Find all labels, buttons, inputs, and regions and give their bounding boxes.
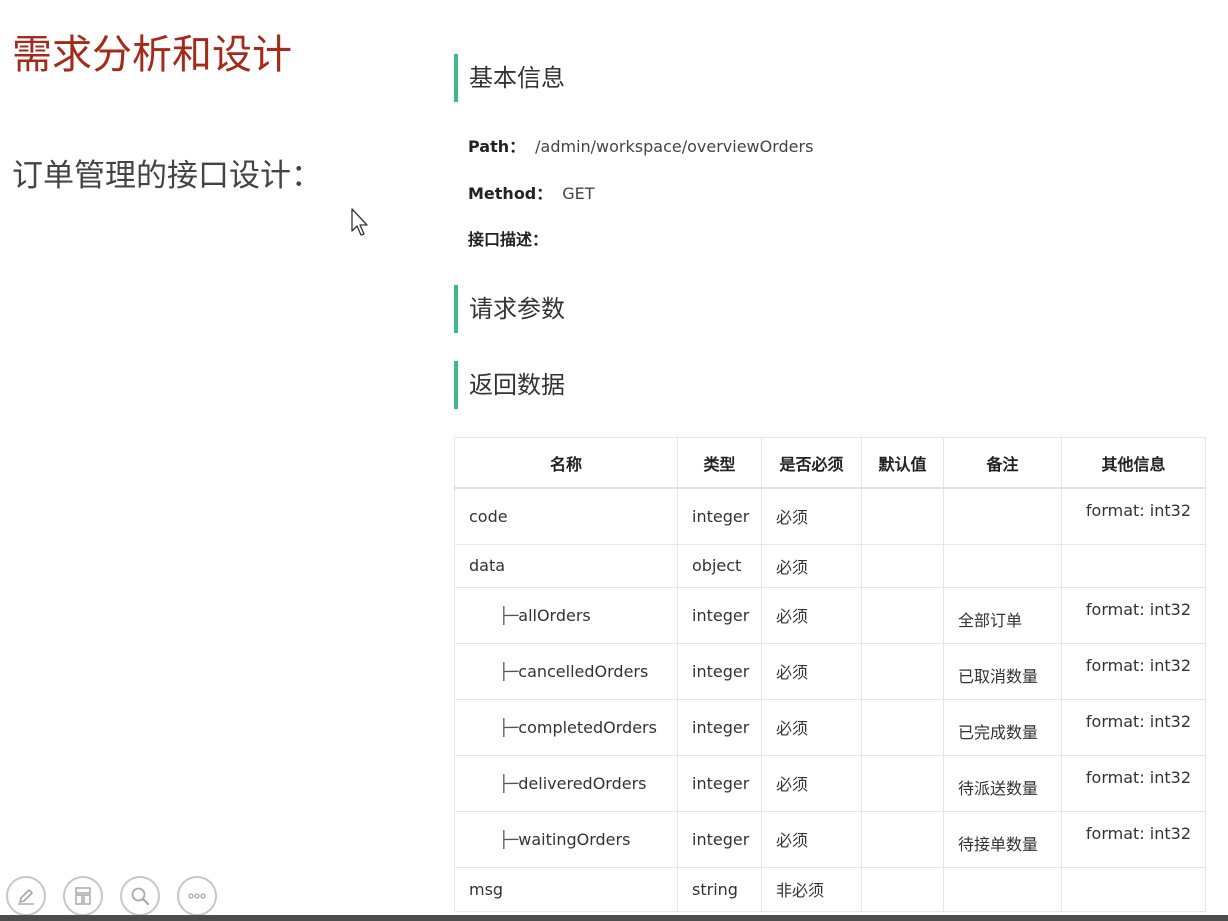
field-name-label: waitingOrders (518, 829, 631, 849)
tree-branch-icon: ├─ (499, 661, 519, 681)
field-other: format: int32 (1061, 487, 1206, 545)
table-row: ├─waitingOrders integer 必须 待接单数量 format:… (454, 810, 1206, 868)
field-default (861, 698, 944, 756)
field-note: 待接单数量 (943, 810, 1062, 868)
description-label: 接口描述： (468, 230, 549, 249)
field-type: string (677, 866, 762, 912)
field-type: integer (677, 698, 762, 756)
field-default (861, 642, 944, 700)
column-header-required: 是否必须 (761, 437, 862, 489)
column-header-name: 名称 (454, 437, 678, 489)
field-other (1061, 866, 1206, 912)
table-row: ├─completedOrders integer 必须 已完成数量 forma… (454, 698, 1206, 756)
field-default (861, 754, 944, 812)
field-type: integer (677, 810, 762, 868)
table-row: ├─allOrders integer 必须 全部订单 format: int3… (454, 586, 1206, 644)
field-required: 必须 (761, 586, 862, 644)
method-label: Method： (468, 184, 553, 203)
column-header-default: 默认值 (861, 437, 944, 489)
column-header-note: 备注 (943, 437, 1062, 489)
method-line: Method： GET (468, 182, 595, 206)
table-row: code integer 必须 format: int32 (454, 487, 1206, 545)
field-other: format: int32 (1061, 754, 1206, 812)
field-other: format: int32 (1061, 586, 1206, 644)
field-default (861, 487, 944, 545)
field-other: format: int32 (1061, 698, 1206, 756)
zoom-icon (131, 887, 150, 906)
slides-icon (75, 887, 91, 905)
tree-branch-icon: ├─ (499, 773, 519, 793)
pen-tool-button[interactable] (6, 876, 46, 916)
field-type: object (677, 543, 762, 588)
field-default (861, 586, 944, 644)
field-note (943, 866, 1062, 912)
bottom-taskbar (0, 915, 1228, 921)
path-value: /admin/workspace/overviewOrders (535, 137, 814, 156)
field-note: 已完成数量 (943, 698, 1062, 756)
field-required: 必须 (761, 754, 862, 812)
field-type: integer (677, 754, 762, 812)
field-name: data (454, 543, 678, 588)
field-name: ├─deliveredOrders (454, 754, 678, 812)
field-name-label: allOrders (518, 605, 591, 625)
field-required: 必须 (761, 698, 862, 756)
method-value: GET (562, 184, 595, 203)
field-type: integer (677, 487, 762, 545)
field-default (861, 866, 944, 912)
response-table: 名称 类型 是否必须 默认值 备注 其他信息 code integer 必须 f… (454, 437, 1206, 912)
table-row: msg string 非必须 (454, 866, 1206, 912)
column-header-type: 类型 (677, 437, 762, 489)
field-note: 全部订单 (943, 586, 1062, 644)
pen-icon (18, 889, 34, 905)
field-default (861, 810, 944, 868)
field-name-label: deliveredOrders (518, 773, 647, 793)
tree-branch-icon: ├─ (499, 829, 519, 849)
slides-overview-button[interactable] (63, 876, 103, 916)
field-required: 必须 (761, 642, 862, 700)
slide-subtitle: 订单管理的接口设计： (12, 158, 322, 194)
table-row: ├─cancelledOrders integer 必须 已取消数量 forma… (454, 642, 1206, 700)
field-other: format: int32 (1061, 810, 1206, 868)
path-label: Path： (468, 137, 526, 156)
section-request-params: 请求参数 (454, 285, 565, 333)
tree-branch-icon: ├─ (499, 605, 519, 625)
more-icon (188, 893, 206, 899)
field-name-label: cancelledOrders (518, 661, 649, 681)
field-required: 非必须 (761, 866, 862, 912)
mouse-cursor-icon (351, 208, 368, 236)
section-basic-info: 基本信息 (454, 54, 565, 102)
table-header-row: 名称 类型 是否必须 默认值 备注 其他信息 (454, 437, 1206, 489)
field-required: 必须 (761, 543, 862, 588)
path-line: Path： /admin/workspace/overviewOrders (468, 135, 813, 159)
field-type: integer (677, 586, 762, 644)
field-note (943, 487, 1062, 545)
description-line: 接口描述： (468, 228, 548, 252)
field-name: ├─completedOrders (454, 698, 678, 756)
field-name: ├─waitingOrders (454, 810, 678, 868)
more-options-button[interactable] (177, 876, 217, 916)
field-other (1061, 543, 1206, 588)
field-note: 待派送数量 (943, 754, 1062, 812)
field-other: format: int32 (1061, 642, 1206, 700)
section-response: 返回数据 (454, 361, 565, 409)
field-name-label: completedOrders (518, 717, 657, 737)
field-required: 必须 (761, 487, 862, 545)
field-name: code (454, 487, 678, 545)
field-name: ├─allOrders (454, 586, 678, 644)
field-default (861, 543, 944, 588)
table-row: data object 必须 (454, 543, 1206, 588)
table-row: ├─deliveredOrders integer 必须 待派送数量 forma… (454, 754, 1206, 812)
zoom-button[interactable] (120, 876, 160, 916)
field-note: 已取消数量 (943, 642, 1062, 700)
field-name: msg (454, 866, 678, 912)
field-required: 必须 (761, 810, 862, 868)
column-header-other: 其他信息 (1061, 437, 1206, 489)
field-note (943, 543, 1062, 588)
tree-branch-icon: ├─ (499, 717, 519, 737)
field-type: integer (677, 642, 762, 700)
slide-title: 需求分析和设计 (12, 32, 292, 78)
field-name: ├─cancelledOrders (454, 642, 678, 700)
